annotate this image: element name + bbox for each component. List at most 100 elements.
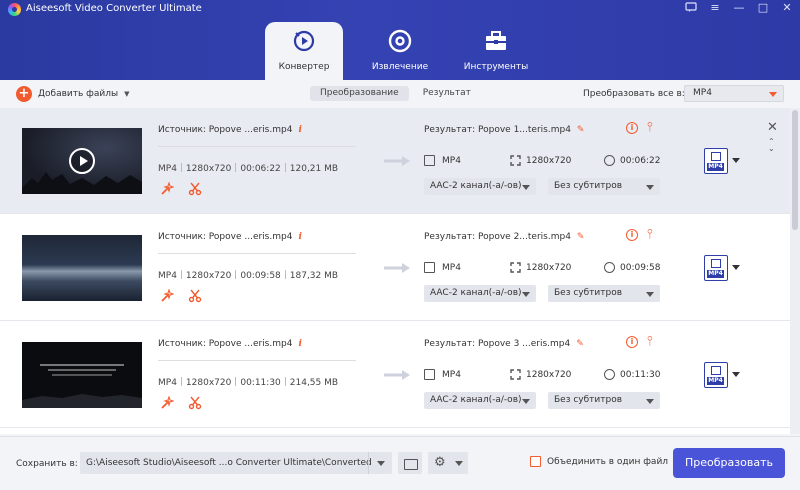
info-icon[interactable]: i <box>298 232 301 242</box>
source-metadata: MP4 1280x720 00:09:58 187,32 MB <box>158 270 338 281</box>
list-item[interactable]: Источник: Popove ...eris.mp4 i MP4 1280x72… <box>0 108 790 214</box>
film-icon <box>711 152 721 161</box>
menu-icon[interactable]: ≡ <box>708 1 722 15</box>
chevron-down-icon <box>646 292 654 297</box>
converter-icon <box>291 28 317 54</box>
scissors-icon[interactable] <box>188 182 202 196</box>
audio-track-select[interactable]: AAC-2 канал(-а/-ов) <box>424 285 536 302</box>
chevron-down-icon <box>522 292 530 297</box>
source-file-name: Источник: Popove ...eris.mp4 i <box>158 339 302 349</box>
tab-ripper[interactable]: Извлечение <box>361 22 439 80</box>
film-icon <box>711 366 721 375</box>
open-folder-icon[interactable] <box>398 452 422 474</box>
subtitle-select[interactable]: Без субтитров <box>548 392 660 409</box>
merge-label: Объединить в один файл <box>547 456 669 467</box>
remove-file-icon[interactable]: ✕ <box>767 120 778 135</box>
list-item[interactable]: Источник: Popove ...eris.mp4 i MP4 1280x72… <box>0 215 790 321</box>
ripper-icon <box>387 28 413 54</box>
output-duration: 00:09:58 <box>620 263 661 273</box>
tab-result[interactable]: Результат <box>413 86 481 101</box>
scissors-icon[interactable] <box>188 396 202 410</box>
convert-all-format-select[interactable]: MP4 <box>684 85 784 102</box>
merge-option[interactable]: Объединить в один файл <box>530 456 668 467</box>
magic-wand-icon[interactable] <box>160 288 175 303</box>
format-dropdown-icon[interactable] <box>732 372 740 377</box>
dropdown-arrow-icon <box>769 92 777 97</box>
add-files-button[interactable]: + Добавить файлы ▼ <box>16 86 129 102</box>
path-dropdown-icon[interactable] <box>368 452 392 474</box>
info-icon[interactable]: i <box>626 122 638 134</box>
add-files-label: Добавить файлы <box>38 89 119 99</box>
tab-converting[interactable]: Преобразование <box>310 86 409 101</box>
output-format-button[interactable]: MP4 <box>704 362 728 388</box>
resolution-icon <box>510 369 521 380</box>
source-duration: 00:11:30 <box>240 378 281 388</box>
info-icon[interactable]: i <box>298 339 301 349</box>
tab-converter[interactable]: Конвертер <box>265 22 343 80</box>
edit-name-icon[interactable]: ✎ <box>577 232 585 242</box>
info-icon[interactable]: i <box>626 229 638 241</box>
app-window: Aiseesoft Video Converter Ultimate ≡ — □… <box>0 0 800 490</box>
output-duration: 00:11:30 <box>620 370 661 380</box>
source-size: 214,55 MB <box>289 378 339 388</box>
title-bar: Aiseesoft Video Converter Ultimate ≡ — □… <box>0 0 800 80</box>
clock-icon <box>604 262 615 273</box>
magic-wand-icon[interactable] <box>160 395 175 410</box>
film-icon <box>711 259 721 268</box>
settings-button[interactable]: ⚙ <box>428 452 468 474</box>
convert-all-button[interactable]: Преобразовать <box>673 448 785 478</box>
maximize-icon[interactable]: □ <box>756 1 770 15</box>
merge-checkbox[interactable] <box>530 456 541 467</box>
video-format-icon <box>424 155 435 166</box>
subtitle-select[interactable]: Без субтитров <box>548 285 660 302</box>
edit-name-icon[interactable]: ✎ <box>577 125 585 135</box>
close-icon[interactable]: ✕ <box>780 1 794 15</box>
output-format: MP4 <box>442 263 461 273</box>
scissors-icon[interactable] <box>188 289 202 303</box>
info-icon[interactable]: i <box>298 125 301 135</box>
list-scrollbar[interactable] <box>790 108 800 434</box>
video-thumbnail[interactable] <box>22 342 142 408</box>
resolution-icon <box>510 155 521 166</box>
trim-icon[interactable]: ⫯ <box>647 228 653 241</box>
feedback-icon[interactable] <box>684 1 698 15</box>
play-icon[interactable] <box>69 148 95 174</box>
list-item[interactable]: Источник: Popove ...eris.mp4 i MP4 1280x72… <box>0 322 790 428</box>
trim-icon[interactable]: ⫯ <box>647 335 653 348</box>
magic-wand-icon[interactable] <box>160 181 175 196</box>
file-list: Источник: Popove ...eris.mp4 i MP4 1280x72… <box>0 108 800 434</box>
subtitle-select[interactable]: Без субтитров <box>548 178 660 195</box>
info-icon[interactable]: i <box>626 336 638 348</box>
output-folder-path[interactable]: G:\Aiseesoft Studio\Aiseesoft ...o Conve… <box>80 452 392 474</box>
audio-track-select[interactable]: AAC-2 канал(-а/-ов) <box>424 392 536 409</box>
output-tools: i ⫯ <box>626 228 653 241</box>
convert-arrow-icon <box>384 263 410 273</box>
chevron-down-icon: ▼ <box>124 90 130 98</box>
resolution-icon <box>510 262 521 273</box>
audio-track-select[interactable]: AAC-2 канал(-а/-ов) <box>424 178 536 195</box>
source-file-name: Источник: Popove ...eris.mp4 i <box>158 125 302 135</box>
clock-icon <box>604 155 615 166</box>
output-format: MP4 <box>442 156 461 166</box>
video-format-icon <box>424 369 435 380</box>
view-toggle: Преобразование Результат <box>310 86 481 101</box>
tab-toolbox[interactable]: Инструменты <box>457 22 535 80</box>
output-format-button[interactable]: MP4 <box>704 148 728 174</box>
format-badge-text: MP4 <box>707 270 724 278</box>
save-to-label: Сохранить в: <box>16 459 78 469</box>
minimize-icon[interactable]: — <box>732 1 746 15</box>
format-dropdown-icon[interactable] <box>732 158 740 163</box>
trim-icon[interactable]: ⫯ <box>647 121 653 134</box>
scrollbar-thumb[interactable] <box>792 110 798 230</box>
format-badge-text: MP4 <box>707 163 724 171</box>
video-thumbnail[interactable] <box>22 235 142 301</box>
toolbox-icon <box>483 28 509 54</box>
output-format-button[interactable]: MP4 <box>704 255 728 281</box>
tab-label: Извлечение <box>371 62 429 72</box>
reorder-icon[interactable]: ⌃ ⌄ <box>768 138 775 153</box>
source-size: 187,32 MB <box>289 271 339 281</box>
edit-name-icon[interactable]: ✎ <box>576 339 584 349</box>
tab-label: Инструменты <box>463 62 529 72</box>
format-dropdown-icon[interactable] <box>732 265 740 270</box>
video-thumbnail[interactable] <box>22 128 142 194</box>
